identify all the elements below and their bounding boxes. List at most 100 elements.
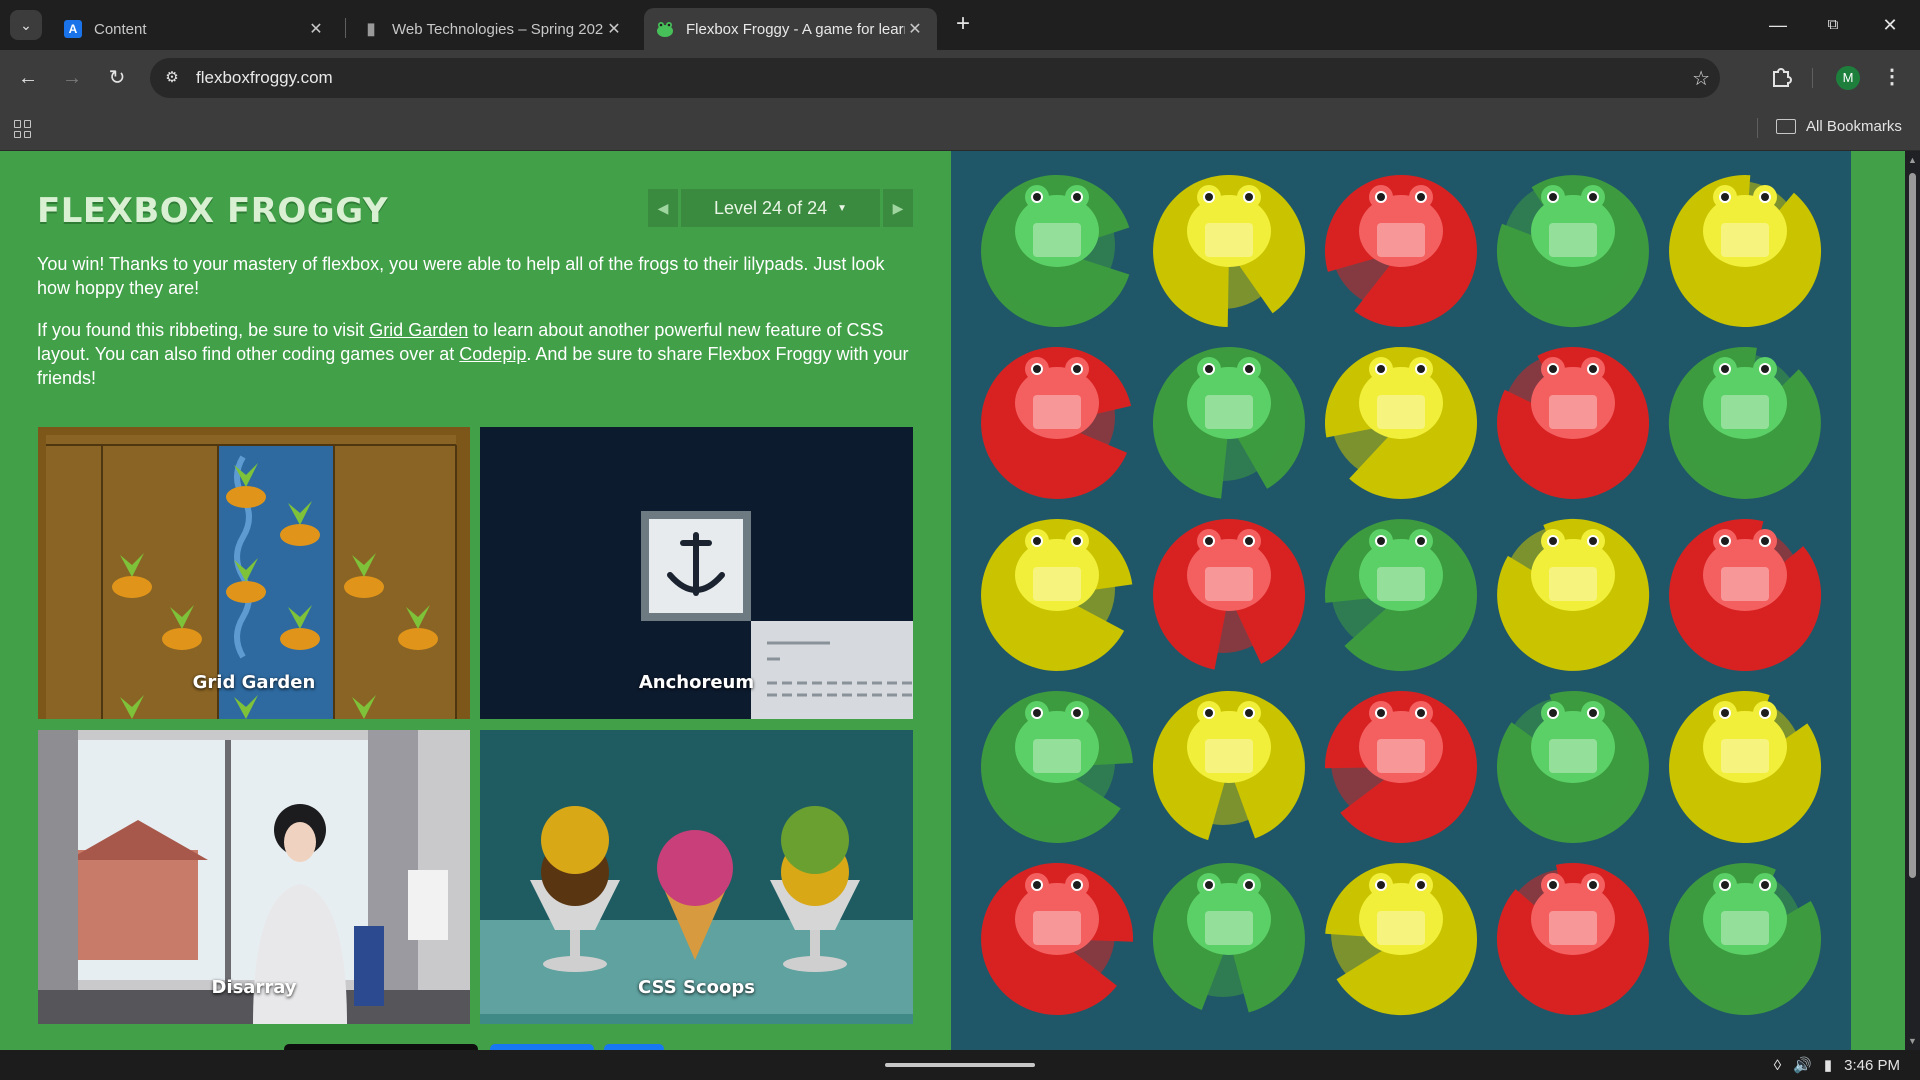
- card-title: Anchoreum: [638, 672, 755, 693]
- browser-toolbar: ← → ↻ ⚙ flexboxfroggy.com ☆: [0, 50, 1920, 106]
- bookmarks-divider: [1757, 118, 1758, 138]
- close-icon[interactable]: ✕: [306, 19, 326, 39]
- bookmark-star-icon[interactable]: ☆: [1692, 66, 1710, 91]
- red-frog-on-lilypad: [1669, 519, 1822, 672]
- new-tab-button[interactable]: +: [950, 12, 976, 38]
- disarray-card[interactable]: Disarray: [38, 730, 470, 1024]
- yellow-frog-on-lilypad: [1669, 175, 1822, 328]
- site-info-icon[interactable]: ⚙: [162, 68, 182, 88]
- codepip-link[interactable]: Codepip: [459, 344, 526, 364]
- admin-favicon-icon: A: [64, 20, 82, 38]
- chevron-down-icon: ⌄: [20, 16, 32, 33]
- red-frog-on-lilypad: [981, 862, 1134, 1015]
- wifi-icon: ◊: [1773, 1056, 1782, 1074]
- promo-message: If you found this ribbeting, be sure to …: [37, 318, 917, 390]
- volume-icon: 🔊: [1793, 1057, 1812, 1074]
- scroll-up-icon[interactable]: ▲: [1907, 155, 1918, 165]
- caret-down-icon: ▼: [837, 202, 847, 214]
- home-handle[interactable]: [885, 1063, 1035, 1067]
- triangle-right-icon: ▶: [892, 199, 904, 216]
- menu-kebab-icon[interactable]: ⋮: [1882, 64, 1902, 89]
- green-frog-on-lilypad: [1496, 690, 1649, 843]
- tab-strip: ⌄ A Content ✕ ▮ Web Technologies – Sprin…: [0, 0, 1920, 50]
- green-frog-on-lilypad: [981, 690, 1133, 843]
- anchoreum-card[interactable]: Anchoreum: [480, 427, 913, 719]
- yellow-frog-on-lilypad: [1325, 346, 1478, 499]
- tab-flexbox-froggy[interactable]: Flexbox Froggy - A game for learning CSS…: [644, 8, 937, 50]
- grid-garden-link[interactable]: Grid Garden: [369, 320, 468, 340]
- minimize-icon[interactable]: —: [1765, 12, 1791, 38]
- level-indicator[interactable]: Level 24 of 24 ▼: [681, 189, 880, 227]
- extensions-puzzle-icon[interactable]: [1770, 66, 1792, 88]
- triangle-left-icon: ◀: [657, 199, 669, 216]
- tab-title: Flexbox Froggy - A game for learning CSS…: [686, 20, 905, 38]
- bookmarks-bar: All Bookmarks: [0, 106, 1920, 151]
- instructions-panel: FLEXBOX FROGGY ◀ Level 24 of 24 ▼ ▶ You …: [0, 151, 951, 1050]
- page-right-margin: [1851, 151, 1905, 1050]
- tab-search-button[interactable]: ⌄: [10, 10, 42, 40]
- green-frog-on-lilypad: [1324, 519, 1477, 672]
- close-icon[interactable]: ✕: [604, 19, 624, 39]
- reload-icon[interactable]: ↻: [103, 64, 131, 92]
- scroll-thumb[interactable]: [1909, 173, 1916, 878]
- yellow-frog-on-lilypad: [1325, 863, 1478, 1016]
- close-icon[interactable]: ✕: [905, 19, 925, 39]
- address-url[interactable]: flexboxfroggy.com: [196, 68, 333, 88]
- bookmark-favicon-icon: ▮: [366, 21, 376, 38]
- card-title: CSS Scoops: [638, 977, 755, 998]
- red-frog-on-lilypad: [1497, 346, 1650, 499]
- green-frog-on-lilypad: [1669, 863, 1822, 1016]
- yellow-frog-on-lilypad: [1152, 691, 1305, 841]
- red-frog-on-lilypad: [1496, 862, 1649, 1015]
- yellow-frog-on-lilypad: [981, 518, 1133, 671]
- red-frog-on-lilypad: [1324, 174, 1477, 327]
- tab-title: Web Technologies – Spring 2025: [392, 20, 604, 38]
- folder-icon: [1776, 119, 1796, 134]
- apps-grid-icon[interactable]: [14, 120, 32, 138]
- page-content: FLEXBOX FROGGY ◀ Level 24 of 24 ▼ ▶ You …: [0, 151, 1905, 1050]
- tab-divider: [345, 18, 346, 38]
- green-frog-on-lilypad: [1152, 863, 1305, 1013]
- green-frog-on-lilypad: [1496, 175, 1649, 328]
- restore-icon[interactable]: ⧉: [1820, 12, 1846, 38]
- next-level-button[interactable]: ▶: [883, 189, 913, 227]
- all-bookmarks-label: All Bookmarks: [1806, 118, 1902, 135]
- red-frog-on-lilypad: [1324, 690, 1477, 843]
- card-title: Disarray: [211, 977, 297, 998]
- previous-level-button[interactable]: ◀: [648, 189, 678, 227]
- card-title: Grid Garden: [192, 672, 316, 693]
- win-message: You win! Thanks to your mastery of flexb…: [37, 254, 885, 298]
- pond-board: [951, 151, 1851, 1050]
- level-label: Level 24 of 24: [714, 197, 828, 218]
- green-frog-on-lilypad: [1668, 346, 1821, 499]
- forward-icon[interactable]: →: [58, 64, 86, 92]
- scroll-down-icon[interactable]: ▼: [1907, 1036, 1918, 1046]
- green-frog-on-lilypad: [1152, 347, 1305, 499]
- yellow-frog-on-lilypad: [1669, 690, 1822, 843]
- toolbar-divider: [1812, 68, 1813, 88]
- profile-avatar[interactable]: M: [1836, 66, 1860, 90]
- grid-garden-card[interactable]: Grid Garden: [38, 427, 470, 719]
- yellow-frog-on-lilypad: [1153, 175, 1306, 327]
- game-logo: FLEXBOX FROGGY: [37, 191, 388, 231]
- red-frog-on-lilypad: [1153, 519, 1306, 670]
- all-bookmarks-button[interactable]: All Bookmarks: [1776, 118, 1902, 135]
- battery-icon: ▮: [1823, 1057, 1833, 1074]
- system-shelf: ◊ 🔊 ▮ 3:46 PM: [0, 1050, 1920, 1080]
- tab-web-technologies[interactable]: ▮ Web Technologies – Spring 2025 ✕: [350, 8, 636, 50]
- level-selector: ◀ Level 24 of 24 ▼ ▶: [648, 189, 913, 227]
- green-frog-on-lilypad: [981, 175, 1130, 327]
- css-scoops-card[interactable]: CSS Scoops: [480, 730, 913, 1024]
- address-bar[interactable]: ⚙ flexboxfroggy.com ☆: [150, 58, 1720, 98]
- red-frog-on-lilypad: [981, 346, 1132, 499]
- back-icon[interactable]: ←: [14, 64, 42, 92]
- tab-title: Content: [94, 20, 147, 38]
- frog-favicon-icon: [656, 20, 674, 38]
- promo-text: If you found this ribbeting, be sure to …: [37, 320, 370, 340]
- yellow-frog-on-lilypad: [1497, 518, 1650, 671]
- tab-content[interactable]: A Content ✕: [52, 8, 338, 50]
- page-scrollbar[interactable]: ▲ ▼: [1905, 151, 1920, 1050]
- window-close-icon[interactable]: ✕: [1877, 12, 1903, 38]
- clock: 3:46 PM: [1844, 1056, 1900, 1074]
- status-area[interactable]: ◊ 🔊 ▮ 3:46 PM: [1773, 1056, 1900, 1075]
